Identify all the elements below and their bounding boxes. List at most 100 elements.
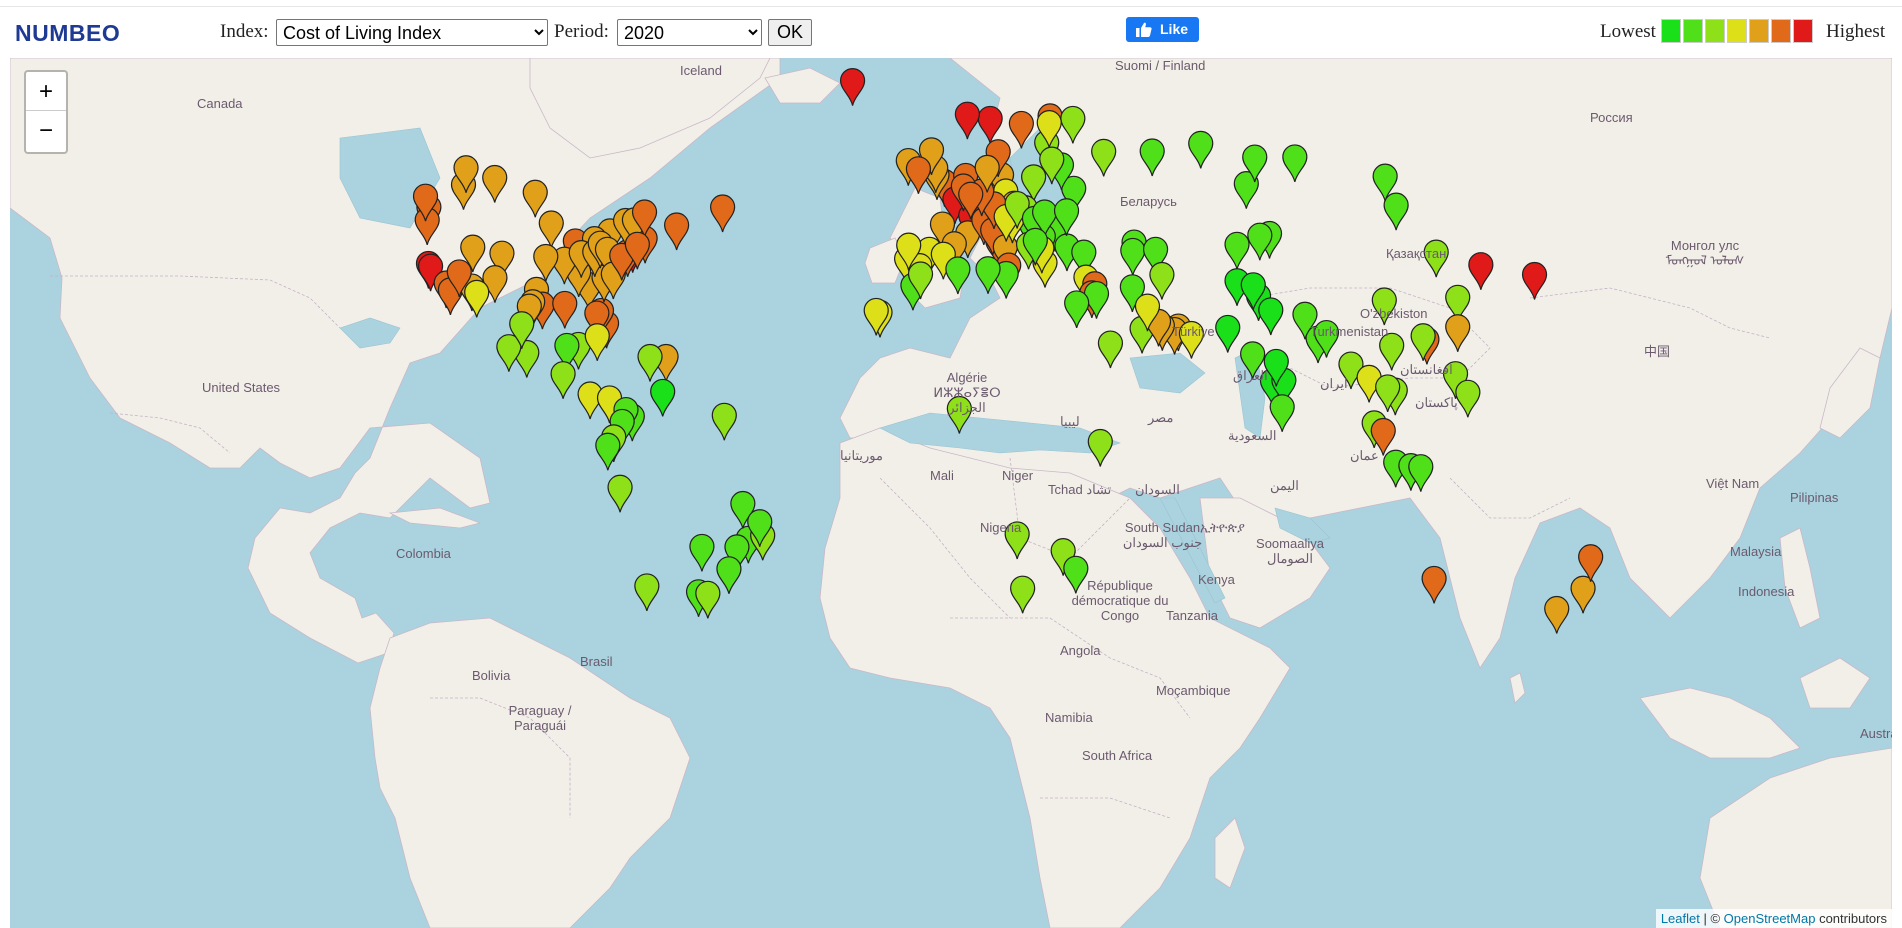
legend-lowest-label: Lowest: [1600, 21, 1656, 42]
thumbs-up-icon: [1136, 22, 1152, 37]
city-marker[interactable]: [1570, 575, 1596, 614]
city-marker[interactable]: [1544, 595, 1570, 634]
label-turkmenistan: Turkmenistan: [1310, 324, 1389, 339]
map-attribution: Leaflet | © OpenStreetMap contributors: [1655, 909, 1892, 928]
label-south-africa: South Africa: [1082, 748, 1153, 763]
label-united-states: United States: [202, 380, 281, 395]
label-nigeria: Nigeria: [980, 520, 1022, 535]
landmass-indonesia: [1639, 657, 1871, 759]
period-label: Period:: [554, 21, 609, 42]
label-turkiye: Türkiye: [1172, 324, 1215, 339]
label-iran: ایران: [1320, 376, 1348, 391]
city-marker[interactable]: [634, 573, 660, 612]
label-pakistan: پاکستان: [1415, 395, 1458, 410]
label-ethiopia: ኢትዮጵያ: [1200, 520, 1245, 535]
ok-button[interactable]: OK: [768, 19, 812, 46]
label-libya: ليبيا: [1060, 414, 1080, 429]
label-angola: Angola: [1060, 643, 1101, 658]
landmass-sri-lanka: [1509, 672, 1526, 704]
map-canvas[interactable]: [10, 58, 1892, 928]
label-belarus: Беларусь: [1120, 194, 1177, 209]
legend-color-scale: [1661, 19, 1815, 43]
index-label: Index:: [220, 21, 269, 42]
city-marker[interactable]: [664, 212, 690, 251]
city-marker[interactable]: [710, 194, 736, 233]
landmass-south-america: [369, 617, 691, 928]
legend-swatch: [1771, 19, 1791, 43]
zoom-control: + −: [24, 70, 68, 154]
label-colombia: Colombia: [396, 546, 451, 561]
label-kenya: Kenya: [1198, 572, 1235, 587]
facebook-like-button[interactable]: Like: [1126, 17, 1199, 42]
leaflet-link[interactable]: Leaflet: [1661, 911, 1700, 926]
label-finland: Suomi / Finland: [1115, 58, 1206, 73]
legend-swatch: [1683, 19, 1703, 43]
period-select[interactable]: 2020: [617, 19, 762, 46]
legend-swatch: [1749, 19, 1769, 43]
attribution-separator: | ©: [1699, 911, 1724, 926]
label-algeria: Algérie ⵍⵣⵣⴰⵢⴻⵔ الجزائر: [933, 370, 1001, 415]
city-marker[interactable]: [584, 323, 610, 361]
landmass-cuba: [388, 507, 482, 529]
label-indonesia: Indonesia: [1738, 584, 1795, 599]
label-afghanistan: افغانستان: [1400, 362, 1453, 377]
landmass-madagascar: [1214, 817, 1246, 889]
city-marker[interactable]: [905, 156, 932, 194]
city-marker[interactable]: [954, 101, 980, 140]
city-marker[interactable]: [689, 533, 715, 572]
label-china: 中国: [1644, 344, 1671, 359]
label-chad: Tchad تشاد: [1048, 482, 1112, 497]
label-yemen: اليمن: [1270, 478, 1299, 493]
zoom-out-button[interactable]: −: [26, 111, 66, 150]
city-marker[interactable]: [637, 343, 663, 382]
label-australia: Australia: [1860, 726, 1892, 741]
city-marker[interactable]: [552, 290, 578, 329]
legend-swatch: [1705, 19, 1725, 43]
city-marker[interactable]: [711, 402, 737, 441]
label-mozambique: Moçambique: [1156, 683, 1231, 698]
label-somalia: Soomaaliya الصومال: [1256, 536, 1324, 566]
label-saudi-arabia: السعودية: [1228, 428, 1277, 443]
index-select[interactable]: Cost of Living Index: [276, 19, 548, 46]
openstreetmap-link[interactable]: OpenStreetMap: [1724, 911, 1816, 926]
label-paraguay: Paraguay / Paraguái: [508, 703, 572, 733]
label-uzbekistan: O'zbekiston: [1360, 306, 1428, 321]
city-marker[interactable]: [863, 297, 889, 336]
landmass-australia: [1699, 747, 1892, 928]
label-brasil: Brasil: [580, 654, 613, 669]
legend-swatch: [1727, 19, 1747, 43]
city-marker[interactable]: [607, 474, 633, 513]
city-marker[interactable]: [595, 432, 621, 471]
city-marker[interactable]: [716, 556, 742, 594]
label-niger: Niger: [1002, 468, 1034, 483]
label-oman: عمان: [1350, 448, 1379, 463]
legend-highest-label: Highest: [1826, 21, 1886, 42]
city-marker[interactable]: [1421, 565, 1447, 604]
label-south-sudan: South Sudan جنوب السودان: [1122, 520, 1203, 550]
landmass-philippines: [1779, 527, 1821, 629]
city-marker[interactable]: [650, 378, 676, 417]
label-vietnam: Việt Nam: [1706, 476, 1760, 491]
label-mauritania: موريتانيا: [840, 448, 883, 463]
label-canada: Canada: [197, 96, 243, 111]
attribution-contributors: contributors: [1815, 911, 1887, 926]
label-namibia: Namibia: [1045, 710, 1093, 725]
label-iraq: العراق: [1233, 368, 1268, 383]
label-russia: Россия: [1590, 110, 1633, 125]
label-mali: Mali: [930, 468, 954, 483]
world-map[interactable]: Canada United States Iceland Suomi / Fin…: [10, 58, 1892, 928]
label-kazakhstan: Қазақстан: [1386, 246, 1447, 261]
legend-swatch: [1793, 19, 1813, 43]
label-malaysia: Malaysia: [1730, 544, 1782, 559]
zoom-in-button[interactable]: +: [26, 72, 66, 111]
numbeo-logo[interactable]: NUMBEO: [15, 20, 120, 47]
header-bar: NUMBEO Index: Cost of Living Index Perio…: [0, 7, 1902, 57]
label-tanzania: Tanzania: [1166, 608, 1219, 623]
city-marker[interactable]: [839, 68, 866, 106]
facebook-like-label: Like: [1160, 21, 1189, 37]
label-egypt: مصر: [1148, 410, 1174, 425]
label-sudan: السودان: [1135, 482, 1180, 497]
city-marker[interactable]: [550, 361, 576, 399]
label-philippines: Pilipinas: [1790, 490, 1839, 505]
top-border: [0, 0, 1902, 7]
